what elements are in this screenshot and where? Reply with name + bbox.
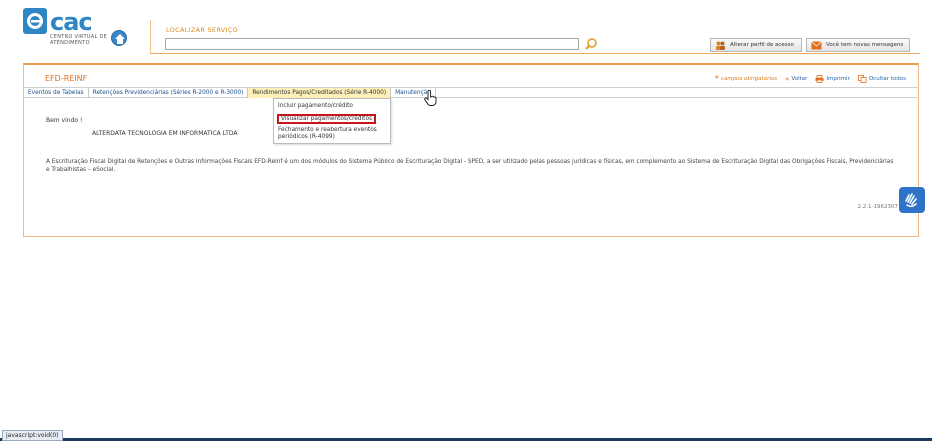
status-bar-line — [0, 438, 932, 441]
asterisk-icon: * — [714, 74, 719, 83]
ecac-logo[interactable]: cac CENTRO VIRTUAL DE ATENDIMENTO — [22, 6, 107, 48]
required-fields-note: * campos obrigatórios — [715, 74, 777, 83]
version-text: 2.2.1-1962307 — [857, 204, 898, 210]
print-label: Imprimir — [826, 75, 850, 82]
messages-button[interactable]: Você tem novas mensagens — [806, 38, 910, 52]
change-profile-button[interactable]: Alterar perfil de acesso — [710, 38, 802, 52]
status-bar: javascript:void(0) — [0, 430, 932, 442]
search-input[interactable] — [165, 38, 579, 50]
page-title: EFD-REINF — [45, 74, 88, 83]
hide-all-link[interactable]: Ocultar todos — [857, 74, 906, 83]
main-panel: EFD-REINF * campos obrigatórios « Voltar… — [23, 63, 919, 237]
required-fields-label: campos obrigatórios — [720, 75, 778, 82]
change-profile-label: Alterar perfil de acesso — [730, 42, 794, 48]
back-label: Voltar — [791, 75, 808, 82]
hide-all-icon — [857, 74, 867, 83]
menu-item-visualizar-pagamentos[interactable]: Visualizar pagamentos/créditos — [277, 114, 377, 124]
description-text: A Escrituração Fiscal Digital de Retençõ… — [46, 159, 894, 173]
panel-links: * campos obrigatórios « Voltar Imprimir … — [715, 74, 906, 83]
menu-eventos-tabelas[interactable]: Eventos de Tabelas — [24, 88, 89, 98]
status-url: javascript:void(0) — [2, 430, 63, 441]
sign-language-icon — [905, 193, 917, 208]
header-divider-line — [150, 53, 920, 54]
envelope-icon — [811, 40, 822, 49]
menu-rendimentos-pagos[interactable]: Rendimentos Pagos/Creditados (Série R-40… — [248, 88, 392, 98]
logo-text: cac — [50, 8, 93, 36]
menu-retencoes-previdenciarias[interactable]: Retenções Previdenciárias (Séries R-2000… — [89, 88, 249, 98]
back-link[interactable]: « Voltar — [785, 75, 807, 83]
double-chevron-left-icon: « — [785, 74, 790, 83]
header-divider — [150, 20, 151, 54]
ecac-e-icon — [23, 8, 47, 34]
printer-icon — [815, 74, 824, 83]
search-label: LOCALIZAR SERVIÇO — [166, 26, 239, 34]
people-icon — [716, 41, 725, 50]
rendimentos-dropdown: Incluir pagamento/crédito Visualizar pag… — [273, 98, 391, 144]
main-menu: Eventos de Tabelas Retenções Previdenciá… — [24, 87, 918, 98]
welcome-text: Bem vindo ! — [46, 117, 83, 124]
hide-all-label: Ocultar todos — [868, 75, 906, 82]
search-icon[interactable] — [584, 37, 598, 51]
logo-subtitle: CENTRO VIRTUAL DE ATENDIMENTO — [50, 34, 108, 46]
company-name: ALTERDATA TECNOLOGIA EM INFORMATICA LTDA — [92, 130, 238, 137]
home-icon[interactable] — [111, 30, 127, 46]
print-link[interactable]: Imprimir — [815, 74, 850, 83]
menu-item-fechamento-reabertura[interactable]: Fechamento e reabertura eventos periódic… — [278, 127, 386, 141]
hand-cursor-icon — [424, 90, 437, 106]
messages-label: Você tem novas mensagens — [826, 42, 904, 48]
menu-item-incluir-pagamento[interactable]: Incluir pagamento/crédito — [278, 103, 353, 109]
accessibility-button[interactable] — [899, 187, 925, 213]
